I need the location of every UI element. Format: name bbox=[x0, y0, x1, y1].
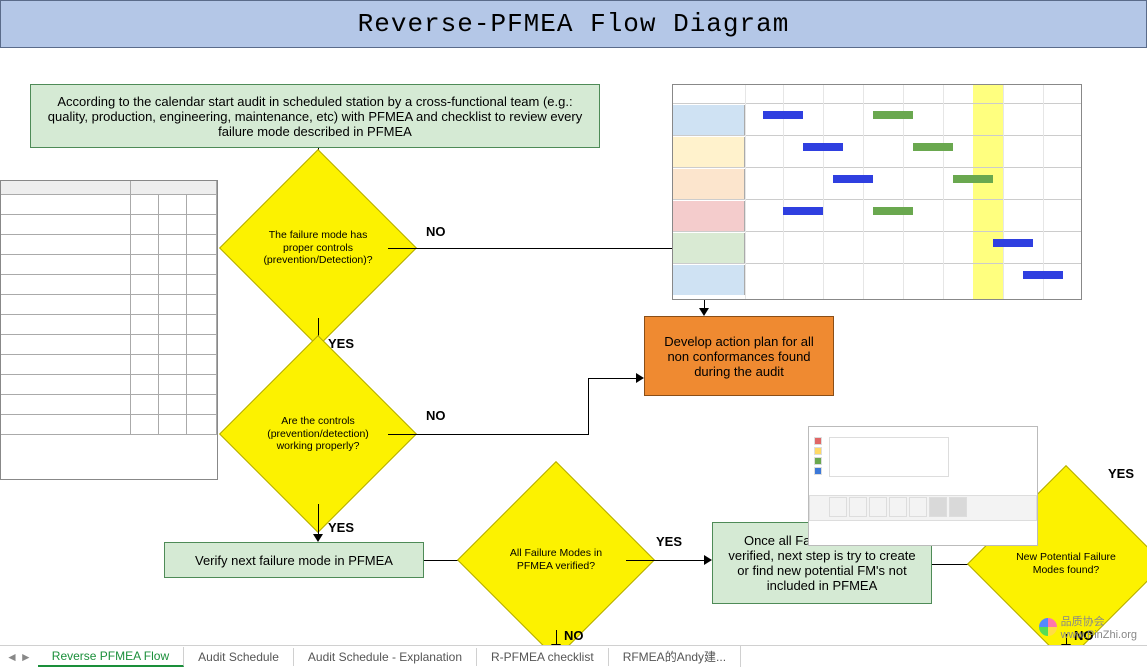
watermark-text-2: www.PinZhi.org bbox=[1061, 629, 1137, 641]
label-no: NO bbox=[564, 628, 584, 643]
connector bbox=[388, 434, 588, 435]
watermark-logo-icon bbox=[1039, 618, 1057, 636]
label-no: NO bbox=[426, 224, 446, 239]
tab-scroll-controls[interactable]: ◄ ► bbox=[0, 650, 38, 664]
connector bbox=[588, 378, 589, 435]
tab-next-icon[interactable]: ► bbox=[20, 650, 32, 664]
label-yes: YES bbox=[328, 520, 354, 535]
watermark-text-1: 品质协会 bbox=[1061, 613, 1137, 629]
label-yes: YES bbox=[656, 534, 682, 549]
thumbnail-spreadsheet bbox=[808, 426, 1038, 546]
thumbnail-gantt bbox=[672, 84, 1082, 300]
sheet-tabs: ◄ ► Reverse PFMEA Flow Audit Schedule Au… bbox=[0, 645, 1147, 667]
decision-controls-text: The failure mode has proper controls (pr… bbox=[263, 229, 372, 267]
decision-working-text: Are the controls (prevention/detection) … bbox=[267, 415, 369, 453]
watermark: 品质协会 www.PinZhi.org bbox=[1039, 613, 1137, 641]
connector bbox=[318, 504, 319, 536]
decision-all-verified-text: All Failure Modes in PFMEA verified? bbox=[506, 547, 606, 572]
tab-audit-schedule[interactable]: Audit Schedule bbox=[184, 648, 294, 666]
arrow-head-icon bbox=[704, 555, 712, 565]
decision-all-verified: All Failure Modes in PFMEA verified? bbox=[486, 490, 626, 630]
connector bbox=[388, 248, 704, 249]
thumbnail-checklist bbox=[0, 180, 218, 480]
arrow-head-icon bbox=[636, 373, 644, 383]
page-header: Reverse-PFMEA Flow Diagram bbox=[0, 0, 1147, 48]
decision-working: Are the controls (prevention/detection) … bbox=[248, 364, 388, 504]
tab-prev-icon[interactable]: ◄ bbox=[6, 650, 18, 664]
connector bbox=[588, 378, 638, 379]
verify-node: Verify next failure mode in PFMEA bbox=[164, 542, 424, 578]
start-node-text: According to the calendar start audit in… bbox=[41, 94, 589, 139]
decision-controls: The failure mode has proper controls (pr… bbox=[248, 178, 388, 318]
tab-audit-schedule-explanation[interactable]: Audit Schedule - Explanation bbox=[294, 648, 477, 666]
action-plan-text: Develop action plan for all non conforma… bbox=[655, 334, 823, 379]
tab-rfmea-andy[interactable]: RFMEA的Andy建... bbox=[609, 646, 741, 667]
verify-text: Verify next failure mode in PFMEA bbox=[195, 553, 393, 568]
connector bbox=[626, 560, 706, 561]
action-plan-node: Develop action plan for all non conforma… bbox=[644, 316, 834, 396]
arrow-head-icon bbox=[699, 308, 709, 316]
label-no: NO bbox=[426, 408, 446, 423]
tab-reverse-pfmea-flow[interactable]: Reverse PFMEA Flow bbox=[38, 647, 184, 667]
arrow-head-icon bbox=[313, 534, 323, 542]
start-node: According to the calendar start audit in… bbox=[30, 84, 600, 148]
tab-r-pfmea-checklist[interactable]: R-PFMEA checklist bbox=[477, 648, 609, 666]
decision-new-fm-text: New Potential Failure Modes found? bbox=[1016, 551, 1116, 576]
diagram-canvas: According to the calendar start audit in… bbox=[0, 48, 1147, 645]
label-yes: YES bbox=[1108, 466, 1134, 481]
page-title: Reverse-PFMEA Flow Diagram bbox=[358, 9, 790, 39]
